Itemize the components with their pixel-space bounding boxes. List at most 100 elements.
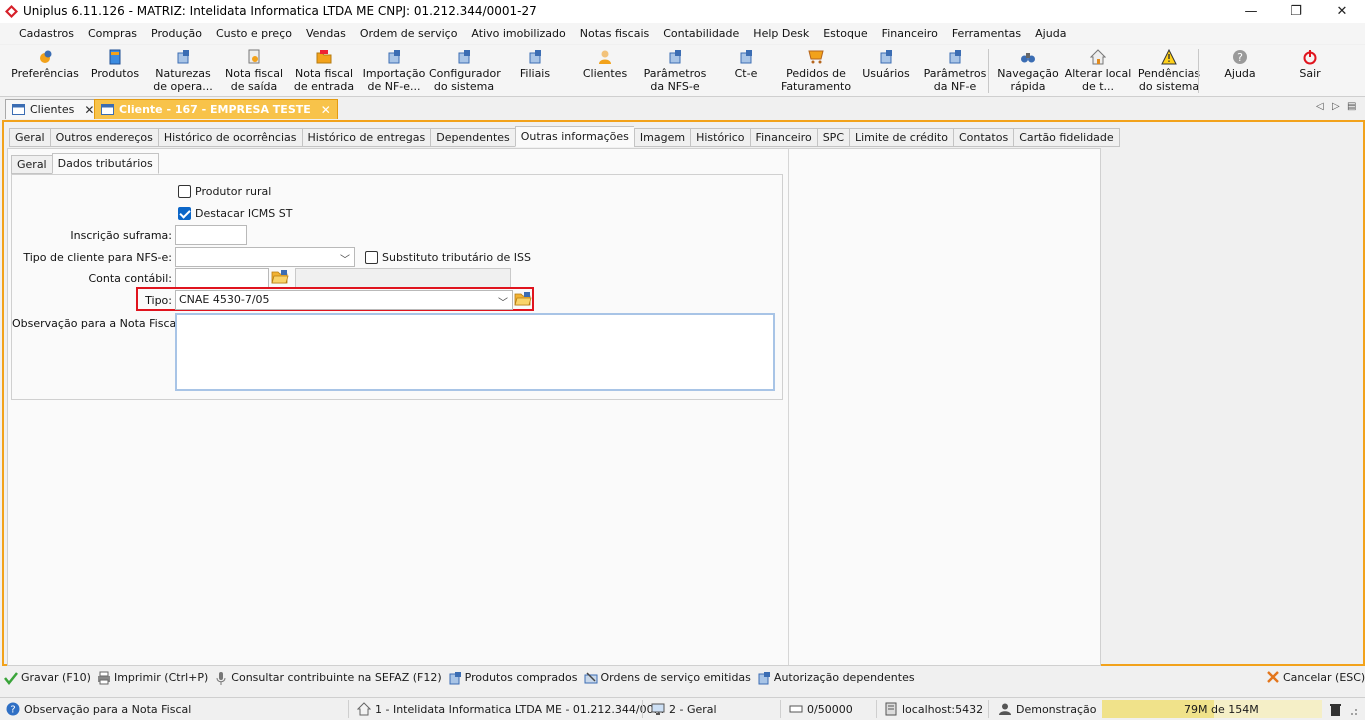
open-folder-icon[interactable]	[271, 269, 289, 285]
toolbar-button-filiais[interactable]: Filiais	[500, 45, 570, 97]
cart-icon	[808, 50, 824, 64]
scroll-right-icon[interactable]: ▷	[1332, 101, 1340, 112]
battery-icon	[789, 705, 803, 713]
ordens-de-servico-emitidas-button[interactable]: Ordens de serviço emitidas	[584, 671, 751, 685]
status-server-text: localhost:5432	[902, 702, 984, 716]
doc-tab-clientes[interactable]: Clientes ✕	[5, 99, 102, 119]
status-divider	[780, 700, 781, 718]
folder-icon	[316, 50, 332, 64]
subtab-geral[interactable]: Geral	[11, 155, 52, 174]
observacao-textarea[interactable]	[175, 313, 775, 391]
imprimir-ctrl-p-button[interactable]: Imprimir (Ctrl+P)	[97, 671, 208, 685]
tab-spc[interactable]: SPC	[816, 128, 849, 147]
tab-outras-informacoes[interactable]: Outras informações	[514, 126, 634, 147]
doc-tab-label: Clientes	[30, 103, 75, 116]
tab-contatos[interactable]: Contatos	[952, 128, 1014, 147]
tab-geral[interactable]: Geral	[9, 128, 50, 147]
tab-historico-de-ocorrencias[interactable]: Histórico de ocorrências	[157, 128, 302, 147]
menu-item-cadastros[interactable]: Cadastros	[12, 27, 81, 40]
tab-cartao-fidelidade[interactable]: Cartão fidelidade	[1013, 128, 1120, 147]
toolbar-button-importacao-de-nf-e[interactable]: Importação de NF-e...	[359, 45, 429, 97]
tab-list-icon[interactable]: ▤	[1347, 101, 1356, 112]
destacar-icms-checkbox[interactable]	[178, 207, 191, 220]
toolbar-button-produtos[interactable]: Produtos	[80, 45, 150, 97]
autorizacao-dependentes-button[interactable]: Autorização dependentes	[757, 671, 915, 685]
toolbar-button-naturezas-de-opera[interactable]: Naturezas de opera...	[148, 45, 218, 97]
menu-item-vendas[interactable]: Vendas	[299, 27, 353, 40]
menu-item-custo-e-preco[interactable]: Custo e preço	[209, 27, 299, 40]
document-tabs: Clientes ✕ Cliente - 167 - EMPRESA TESTE…	[0, 97, 1365, 120]
toolbar-button-label: Sair	[1299, 67, 1321, 80]
status-divider	[988, 700, 989, 718]
menu-item-help-desk[interactable]: Help Desk	[746, 27, 816, 40]
consultar-contribuinte-na-sefaz-f12-button[interactable]: Consultar contribuinte na SEFAZ (F12)	[214, 671, 442, 685]
menu-item-contabilidade[interactable]: Contabilidade	[656, 27, 746, 40]
open-folder-icon[interactable]	[514, 291, 532, 307]
tipo-select[interactable]: CNAE 4530-7/05 ﹀	[175, 290, 513, 310]
toolbar-button-configurador-do-sistema[interactable]: Configurador do sistema	[429, 45, 501, 97]
conta-contabil-input[interactable]	[175, 268, 269, 288]
tab-historico-de-entregas[interactable]: Histórico de entregas	[301, 128, 431, 147]
gravar-f10-button[interactable]: Gravar (F10)	[4, 671, 91, 685]
document-icon	[449, 671, 461, 684]
menu-item-ferramentas[interactable]: Ferramentas	[945, 27, 1028, 40]
power-icon	[1303, 50, 1317, 65]
toolbar-button-pedidos-de-faturamento[interactable]: Pedidos de Faturamento	[781, 45, 851, 97]
menu-item-compras[interactable]: Compras	[81, 27, 144, 40]
produtor-rural-checkbox[interactable]	[178, 185, 191, 198]
warning-icon	[1161, 49, 1177, 65]
trash-icon[interactable]	[1329, 703, 1342, 717]
toolbar-button-alterar-local-de-t[interactable]: Alterar local de t...	[1063, 45, 1133, 97]
toolbar-button-clientes[interactable]: Clientes	[570, 45, 640, 97]
status-terminal[interactable]: 2 - Geral	[651, 702, 717, 716]
toolbar-button-pendencias-do-sistema[interactable]: Pendências do sistema	[1134, 45, 1204, 97]
cancel-button[interactable]: Cancelar (ESC)	[1266, 670, 1365, 684]
tab-historico[interactable]: Histórico	[690, 128, 750, 147]
toolbar-button-label: Ajuda	[1224, 67, 1256, 80]
box-icon	[109, 49, 121, 65]
toolbar-button-nota-fiscal-de-saida[interactable]: Nota fiscal de saída	[219, 45, 289, 97]
toolbar-button-usuarios[interactable]: Usuários	[851, 45, 921, 97]
svg-text:?: ?	[1237, 51, 1243, 64]
menu-item-producao[interactable]: Produção	[144, 27, 209, 40]
close-button[interactable]: ✕	[1319, 0, 1365, 23]
toolbar-button-preferencias[interactable]: Preferências	[10, 45, 80, 97]
toolbar-button-parametros-da-nf-e[interactable]: Parâmetros da NF-e	[920, 45, 990, 97]
toolbar-button-sair[interactable]: Sair	[1275, 45, 1345, 97]
tab-limite-de-credito[interactable]: Limite de crédito	[849, 128, 953, 147]
menu-item-ordem-de-servico[interactable]: Ordem de serviço	[353, 27, 465, 40]
close-icon[interactable]: ✕	[84, 103, 94, 117]
inscricao-suframa-input[interactable]	[175, 225, 247, 245]
memory-usage-bar[interactable]: 79M de 154M	[1102, 700, 1322, 718]
menu-item-ativo-imobilizado[interactable]: Ativo imobilizado	[464, 27, 572, 40]
minimize-button[interactable]: —	[1228, 0, 1274, 23]
substituto-iss-checkbox[interactable]	[365, 251, 378, 264]
tab-dependentes[interactable]: Dependentes	[430, 128, 515, 147]
produtos-comprados-button[interactable]: Produtos comprados	[448, 671, 578, 685]
doc-tab-cliente-167[interactable]: Cliente - 167 - EMPRESA TESTE ✕	[94, 99, 338, 119]
toolbar-button-ajuda[interactable]: ? Ajuda	[1205, 45, 1275, 97]
tipo-cliente-nfse-select[interactable]: ﹀	[175, 247, 355, 267]
tab-financeiro[interactable]: Financeiro	[749, 128, 817, 147]
menu-item-ajuda[interactable]: Ajuda	[1028, 27, 1073, 40]
menu-item-notas-fiscais[interactable]: Notas fiscais	[573, 27, 656, 40]
resize-grip-icon[interactable]	[1347, 703, 1359, 717]
tab-imagem[interactable]: Imagem	[633, 128, 691, 147]
toolbar-button-navegacao-rapida[interactable]: Navegação rápida	[993, 45, 1063, 97]
scroll-left-icon[interactable]: ◁	[1316, 101, 1324, 112]
tab-outros-enderecos[interactable]: Outros endereços	[49, 128, 158, 147]
tools-icon	[584, 671, 597, 683]
status-user[interactable]: Demonstração	[998, 702, 1096, 716]
toolbar: Preferências Produtos Naturezas de opera..…	[0, 45, 1365, 97]
toolbar-button-nota-fiscal-de-entrada[interactable]: Nota fiscal de entrada	[289, 45, 359, 97]
title-bar: Uniplus 6.11.126 - MATRIZ: Intelidata In…	[0, 0, 1365, 23]
toolbar-button-parametros-da-nfs-e[interactable]: Parâmetros da NFS-e	[640, 45, 710, 97]
toolbar-button-ct-e[interactable]: Ct-e	[711, 45, 781, 97]
status-company[interactable]: 1 - Intelidata Informatica LTDA ME - 01.…	[357, 702, 664, 716]
menu-item-estoque[interactable]: Estoque	[816, 27, 874, 40]
close-icon[interactable]: ✕	[321, 103, 331, 117]
menu-item-financeiro[interactable]: Financeiro	[875, 27, 945, 40]
subtab-dados-tributarios[interactable]: Dados tributários	[51, 153, 159, 174]
document-icon	[740, 50, 752, 64]
maximize-button[interactable]: ❐	[1273, 0, 1319, 23]
